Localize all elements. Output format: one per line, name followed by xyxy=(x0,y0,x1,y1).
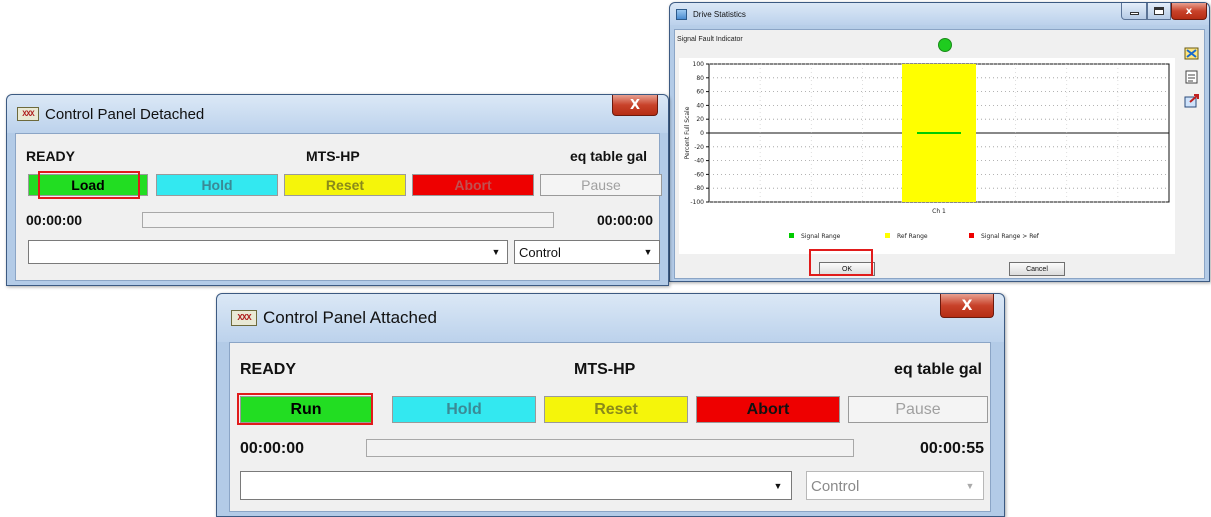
attached-test-select[interactable]: ▼ xyxy=(240,471,792,500)
detached-app-icon: XXX xyxy=(17,107,39,121)
drive-statistics-client: Signal Fault Indicator 100 80 60 40 20 0 -20 -4… xyxy=(674,29,1205,279)
minimize-button[interactable] xyxy=(1121,3,1147,20)
attached-station: MTS-HP xyxy=(574,361,636,378)
y-tick-label: 0 xyxy=(700,130,704,137)
attached-elapsed-time: 00:00:00 xyxy=(240,440,305,457)
chart-plot-area: 100 80 60 40 20 0 -20 -40 -60 -80 -100 Percent Full… xyxy=(679,58,1175,254)
attached-app-icon: XXX xyxy=(231,310,257,326)
legend-swatch xyxy=(885,233,890,238)
y-tick-label: 80 xyxy=(696,75,704,82)
attached-close-button[interactable]: X xyxy=(940,294,994,318)
y-tick-label: 20 xyxy=(696,116,704,123)
legend-label: Signal Range xyxy=(801,233,841,240)
detached-progress-bar xyxy=(142,212,554,228)
detached-close-button[interactable]: X xyxy=(612,95,658,116)
abort-button-label: Abort xyxy=(454,177,492,193)
hold-button-label: Hold xyxy=(446,400,482,418)
detached-test-select[interactable]: ▼ xyxy=(28,240,508,264)
run-highlight-box xyxy=(237,393,373,425)
ok-highlight-box xyxy=(809,249,873,276)
detached-mode-select-value: Control xyxy=(519,245,561,260)
reset-button[interactable]: Reset xyxy=(544,396,688,423)
minimize-icon xyxy=(1129,12,1139,15)
chevron-down-icon[interactable]: ▼ xyxy=(767,474,789,497)
abort-button[interactable]: Abort xyxy=(696,396,840,423)
drive-statistics-app-icon xyxy=(676,8,687,20)
hold-button[interactable]: Hold xyxy=(392,396,536,423)
x-category-label: Ch 1 xyxy=(932,208,946,215)
y-tick-label: -100 xyxy=(690,199,704,206)
chart-export-icon[interactable] xyxy=(1183,92,1201,110)
detached-titlebar[interactable]: XXX Control Panel Detached xyxy=(7,95,668,133)
detached-title: Control Panel Detached xyxy=(45,105,205,123)
close-icon: X xyxy=(629,97,641,113)
legend-label: Ref Range xyxy=(897,233,928,240)
y-tick-label: 40 xyxy=(696,102,704,109)
y-tick-label: 60 xyxy=(696,89,704,96)
attached-title: Control Panel Attached xyxy=(263,308,437,327)
detached-client: READY MTS-HP eq table gal Load Hold Rese… xyxy=(15,133,662,281)
chart-edit-icon[interactable] xyxy=(1183,44,1201,62)
y-tick-label: -40 xyxy=(694,158,704,165)
y-tick-label: -60 xyxy=(694,171,704,178)
detached-station: MTS-HP xyxy=(306,148,360,164)
maximize-button[interactable] xyxy=(1147,3,1171,20)
signal-range-bar xyxy=(917,132,961,134)
attached-table: eq table gal xyxy=(893,361,982,378)
pause-button[interactable]: Pause xyxy=(540,174,662,196)
abort-button[interactable]: Abort xyxy=(412,174,534,196)
attached-progress-bar xyxy=(366,439,854,457)
detached-table: eq table gal xyxy=(569,148,647,164)
drive-statistics-close-button[interactable]: x xyxy=(1171,3,1207,20)
chevron-down-icon[interactable]: ▼ xyxy=(639,243,657,261)
chart-props-icon[interactable] xyxy=(1183,68,1201,86)
legend-swatch xyxy=(789,233,794,238)
y-tick-label: 100 xyxy=(693,61,705,68)
pause-button-label: Pause xyxy=(895,400,941,418)
pause-button-label: Pause xyxy=(581,177,621,193)
reset-button-label: Reset xyxy=(594,400,638,418)
attached-titlebar[interactable]: XXX Control Panel Attached xyxy=(217,294,1004,342)
drive-statistics-title: Drive Statistics xyxy=(693,9,746,19)
hold-button[interactable]: Hold xyxy=(156,174,278,196)
attached-mode-select-value: Control xyxy=(811,478,860,495)
drive-statistics-window: Drive Statistics x Signal Fault Indicato… xyxy=(669,2,1210,282)
legend-swatch xyxy=(969,233,974,238)
cancel-button-label: Cancel xyxy=(1026,265,1048,273)
hold-button-label: Hold xyxy=(201,177,233,193)
pause-button[interactable]: Pause xyxy=(848,396,988,423)
abort-button-label: Abort xyxy=(746,400,790,418)
y-tick-label: -20 xyxy=(694,144,704,151)
y-axis-title: Percent Full Scale xyxy=(684,106,691,159)
chevron-down-icon[interactable]: ▼ xyxy=(959,474,981,497)
attached-client: READY MTS-HP eq table gal Run Hold Reset… xyxy=(229,342,991,512)
maximize-icon xyxy=(1154,7,1164,15)
close-icon: X xyxy=(961,297,973,314)
reset-button-label: Reset xyxy=(325,177,365,193)
load-highlight-box xyxy=(38,171,140,199)
attached-mode-select[interactable]: Control ▼ xyxy=(806,471,984,500)
legend-label: Signal Range > Ref xyxy=(981,233,1040,240)
y-tick-label: -80 xyxy=(694,185,704,192)
chevron-down-icon[interactable]: ▼ xyxy=(487,243,505,261)
detached-mode-select[interactable]: Control ▼ xyxy=(514,240,660,264)
close-icon: x xyxy=(1185,5,1193,17)
reset-button[interactable]: Reset xyxy=(284,174,406,196)
detached-elapsed-time: 00:00:00 xyxy=(26,212,83,228)
attached-remaining-time: 00:00:55 xyxy=(919,440,984,457)
signal-fault-indicator-light xyxy=(938,38,952,52)
detached-status: READY xyxy=(26,148,76,164)
attached-status: READY xyxy=(240,361,297,378)
drive-statistics-chart: 100 80 60 40 20 0 -20 -40 -60 -80 -100 Percent Full… xyxy=(684,61,1170,240)
signal-fault-indicator-label: Signal Fault Indicator xyxy=(677,36,743,43)
cancel-button[interactable]: Cancel xyxy=(1009,262,1065,276)
detached-remaining-time: 00:00:00 xyxy=(596,212,653,228)
